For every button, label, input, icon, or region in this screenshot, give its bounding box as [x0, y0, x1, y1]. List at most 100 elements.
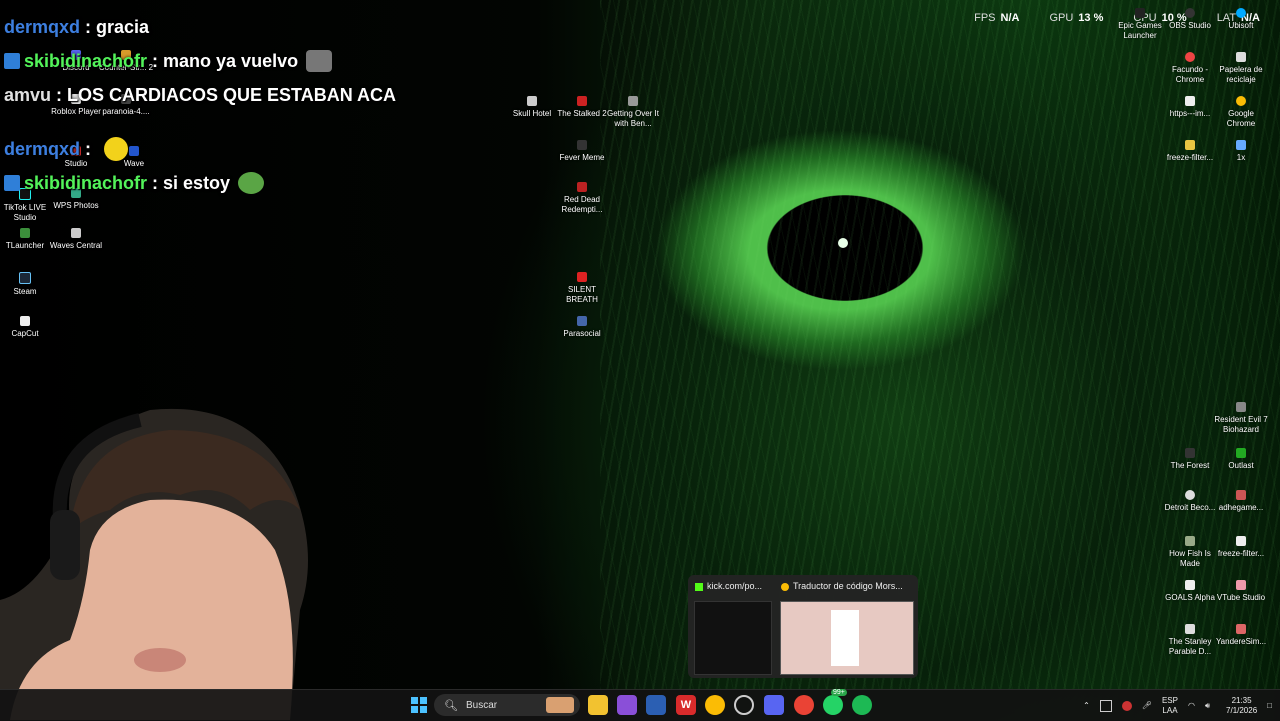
the-forest-icon: [1185, 448, 1195, 458]
desktop-icon-freeze-filter-1[interactable]: freeze-filter...: [1162, 140, 1218, 163]
taskbar-store[interactable]: [646, 695, 666, 715]
chat-message: dermqxd:: [4, 132, 424, 166]
chat-text: si estoy: [163, 172, 231, 193]
kick-icon: [695, 582, 703, 591]
desktop-icon-outlast[interactable]: Outlast: [1213, 448, 1269, 471]
vtube-studio-icon: [1236, 580, 1246, 590]
desktop-icon-1x[interactable]: 1x: [1213, 140, 1269, 163]
desktop-icon-getting-over-it[interactable]: Getting Over It with Ben...: [605, 96, 661, 129]
taskbar-obs[interactable]: [734, 695, 754, 715]
goals-icon: [1185, 580, 1195, 590]
chat-separator: :: [85, 138, 92, 159]
tray-chevron-up-icon[interactable]: ⌃: [1083, 701, 1090, 710]
smiley-emote-icon: [104, 137, 129, 161]
desktop-icon-tlauncher[interactable]: TLauncher: [0, 228, 53, 251]
notifications-icon[interactable]: □: [1267, 701, 1272, 710]
desktop-icon-stanley-parable[interactable]: The Stanley Parable D...: [1162, 624, 1218, 657]
desktop-icon-resident-evil-7[interactable]: Resident Evil 7 Biohazard: [1213, 402, 1269, 435]
desktop-icon-waves-central[interactable]: Waves Central: [48, 228, 104, 251]
desktop-icon-ubisoft[interactable]: Ubisoft: [1213, 8, 1269, 31]
preview-thumbnail-kick[interactable]: [694, 601, 772, 675]
detroit-icon: [1185, 490, 1195, 500]
chat-text: LOS CARDIACOS QUE ESTABAN ACA: [67, 84, 397, 105]
outlast-icon: [1236, 448, 1246, 458]
taskbar-copilot[interactable]: [617, 695, 637, 715]
desktop-icon-https-file[interactable]: https---im...: [1162, 96, 1218, 119]
taskbar-file-explorer[interactable]: [588, 695, 608, 715]
taskbar-spotify[interactable]: [852, 695, 872, 715]
desktop-icon-vtube-studio[interactable]: VTube Studio: [1213, 580, 1269, 603]
start-button[interactable]: [409, 695, 429, 715]
desktop-icon-the-stalked-2[interactable]: The Stalked 2: [554, 96, 610, 119]
desktop-icon-yanderesim[interactable]: YandereSim...: [1213, 624, 1269, 647]
resident-evil-icon: [1236, 402, 1246, 412]
tray-recording-icon[interactable]: [1121, 700, 1132, 711]
taskbar-discord[interactable]: [764, 695, 784, 715]
streamer-webcam: [0, 408, 308, 720]
chat-username: skibidinachofr: [24, 172, 148, 193]
obs-icon: [1185, 8, 1195, 18]
silent-breath-icon: [577, 272, 587, 282]
taskbar-search[interactable]: 🔍︎ Buscar: [434, 694, 580, 716]
desktop-icon-skull-hotel[interactable]: Skull Hotel: [504, 96, 560, 119]
chat-username: dermqxd: [4, 16, 81, 37]
system-tray: ⌃ 🎤︎ ESP LAA ◠ 🔊︎ 21:35 7/1/2026 □: [1083, 690, 1272, 721]
desktop-icon-detroit[interactable]: Detroit Beco...: [1162, 490, 1218, 513]
desktop-icon-the-forest[interactable]: The Forest: [1162, 448, 1218, 471]
chat-message: skibidinachofr: mano ya vuelvo: [4, 44, 424, 78]
desktop-icon-recycle-bin[interactable]: Papelera de reciclaje: [1213, 52, 1269, 85]
desktop-icon-obs-studio[interactable]: OBS Studio: [1162, 8, 1218, 31]
taskbar: 🔍︎ Buscar W 99+ ⌃ 🎤︎ ESP LAA ◠ 🔊︎ 21:35 …: [0, 689, 1280, 721]
preview-tab-kick[interactable]: kick.com/po...: [695, 581, 773, 591]
desktop-icon-adhegame[interactable]: adhegame...: [1213, 490, 1269, 513]
stat-fps: FPS N/A: [974, 12, 1020, 24]
chat-message: amvu: LOS CARDIACOS QUE ESTABAN ACA: [4, 78, 424, 112]
desktop-icon-facundo-chrome[interactable]: Facundo - Chrome: [1162, 52, 1218, 85]
yanderesim-icon: [1236, 624, 1246, 634]
taskbar-chrome[interactable]: [705, 695, 725, 715]
wps-icon: W: [680, 699, 692, 711]
desktop-icon-goals-alpha[interactable]: GOALS Alpha: [1162, 580, 1218, 603]
waves-icon: [71, 228, 81, 238]
desktop-icon-freeze-filter-2[interactable]: freeze-filter...: [1213, 536, 1269, 559]
frog-emote-icon: [238, 172, 265, 194]
chat-separator: :: [56, 84, 63, 105]
clock[interactable]: 21:35 7/1/2026: [1226, 696, 1257, 716]
taskbar-wps-office[interactable]: W: [676, 695, 696, 715]
desktop-icon-fever-meme[interactable]: Fever Meme: [554, 140, 610, 163]
search-placeholder: Buscar: [465, 699, 498, 711]
desktop-icon-steam[interactable]: Steam: [0, 272, 53, 297]
desktop-icon-google-chrome[interactable]: Google Chrome: [1213, 96, 1269, 129]
desktop-icon-red-dead[interactable]: Red Dead Redempti...: [554, 182, 610, 215]
capcut-icon: [20, 316, 30, 326]
desktop-icon-how-fish-is-made[interactable]: How Fish Is Made: [1162, 536, 1218, 569]
desktop-icon-parasocial[interactable]: Parasocial: [554, 316, 610, 339]
desktop-icon-epic-games[interactable]: Epic Games Launcher: [1112, 8, 1168, 41]
chat-message: skibidinachofr: si estoy: [4, 166, 424, 200]
chat-text: gracia: [96, 16, 150, 37]
volume-icon[interactable]: 🔊︎: [1205, 701, 1210, 711]
chat-separator: :: [152, 172, 159, 193]
desktop-icon-silent-breath[interactable]: SILENT BREATH: [554, 272, 610, 305]
file-icon: [1236, 536, 1246, 546]
parasocial-icon: [577, 316, 587, 326]
taskbar-whatsapp[interactable]: 99+: [823, 689, 847, 715]
how-fish-is-made-icon: [1185, 536, 1195, 546]
kick-badge-icon: [4, 53, 20, 69]
whatsapp-badge: 99+: [831, 689, 847, 696]
desktop-icon-capcut[interactable]: CapCut: [0, 316, 53, 339]
language-indicator[interactable]: ESP LAA: [1162, 696, 1178, 716]
taskbar-chrome-profile[interactable]: [794, 695, 814, 715]
chat-username: dermqxd: [4, 138, 81, 159]
chat-username: amvu: [4, 84, 52, 105]
tray-app-icon[interactable]: [1099, 699, 1112, 712]
wifi-icon[interactable]: ◠: [1188, 701, 1195, 710]
search-highlight-image: [546, 697, 574, 713]
search-icon: 🔍︎: [444, 699, 458, 712]
preview-tab-morse-translator[interactable]: Traductor de código Mors...: [781, 581, 913, 591]
preview-thumbnail-morse[interactable]: [780, 601, 914, 675]
wallpaper-eye-glint: [838, 238, 848, 248]
tray-microphone-icon[interactable]: 🎤︎: [1142, 701, 1152, 710]
file-icon: [1185, 96, 1195, 106]
chrome-icon: [1236, 96, 1246, 106]
